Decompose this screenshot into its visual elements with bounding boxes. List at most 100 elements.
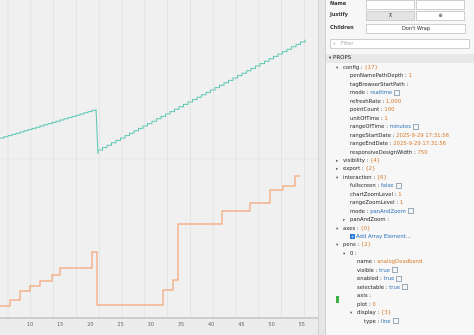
- search-input[interactable]: ⌕ Filter: [330, 39, 470, 49]
- chevron-down-icon[interactable]: ▾: [336, 242, 343, 250]
- tree-row[interactable]: plot : 0: [350, 301, 376, 309]
- prop-value[interactable]: {0}: [360, 226, 370, 232]
- prop-value[interactable]: 2025-9-29 17:31:56: [393, 141, 446, 147]
- edit-icon[interactable]: [407, 208, 414, 215]
- prop-key: tagBrowserStartPath :: [350, 81, 409, 88]
- tree-row[interactable]: type : line: [357, 318, 399, 326]
- tree-row[interactable]: penNamePathDepth : 1: [343, 72, 412, 80]
- tree-row[interactable]: visible : true: [350, 267, 398, 275]
- tree-row[interactable]: ▸ visibility : {4}: [336, 157, 380, 165]
- prop-value[interactable]: panAndZoom: [370, 209, 406, 215]
- prop-value[interactable]: line: [381, 319, 391, 325]
- prop-value[interactable]: analogDeadband: [377, 259, 422, 265]
- prop-value[interactable]: Add Array Element...: [356, 234, 411, 240]
- prop-value[interactable]: {17}: [364, 65, 377, 71]
- prop-value[interactable]: 1: [384, 116, 387, 122]
- prop-value[interactable]: 1,000: [386, 99, 401, 105]
- prop-value[interactable]: 2025-9-29 17:31:56: [396, 133, 449, 139]
- x-tick-label: 15: [57, 322, 63, 328]
- tree-row[interactable]: enabled : true: [350, 275, 403, 283]
- tree-row[interactable]: selectable : true: [350, 284, 409, 292]
- props-label: PROPS: [333, 55, 352, 61]
- tree-row[interactable]: ▾ 0 :: [343, 250, 357, 258]
- edit-icon[interactable]: [392, 318, 399, 324]
- name-option-1[interactable]: [366, 0, 415, 10]
- tree-row[interactable]: ▾ config : {17}: [336, 64, 378, 72]
- x-tick-label: 25: [117, 322, 123, 328]
- prop-value[interactable]: {2}: [361, 242, 371, 248]
- tree-row[interactable]: + Add Array Element...: [343, 233, 411, 241]
- x-tick-label: 10: [27, 322, 33, 328]
- justify-center-button[interactable]: ⊼: [366, 11, 415, 21]
- chart-area[interactable]: 10 15 20 25 30 35 40 45 50 55: [0, 0, 318, 335]
- prop-value[interactable]: true: [389, 285, 400, 291]
- justify-space-button[interactable]: ⊕: [416, 11, 465, 21]
- tree-row[interactable]: ▸ panAndZoom :: [343, 216, 389, 224]
- children-label: Children: [330, 25, 354, 31]
- prop-value[interactable]: 750: [418, 150, 428, 156]
- tree-row[interactable]: tagBrowserStartPath :: [343, 81, 408, 89]
- edit-icon[interactable]: [413, 123, 420, 130]
- tree-row[interactable]: ▾ interaction : {6}: [336, 174, 387, 182]
- chevron-down-icon[interactable]: ▾: [343, 251, 350, 259]
- prop-value[interactable]: false: [381, 183, 394, 189]
- tree-row[interactable]: name : analogDeadband: [350, 258, 422, 266]
- tree-row[interactable]: ▾ display : {3}: [350, 309, 391, 317]
- edit-icon[interactable]: [394, 89, 401, 96]
- name-option-2[interactable]: [416, 0, 465, 10]
- vertical-scrollbar[interactable]: [318, 0, 325, 335]
- prop-value[interactable]: realtime: [370, 90, 392, 96]
- edit-icon[interactable]: [395, 182, 402, 189]
- prop-value[interactable]: {6}: [377, 175, 387, 181]
- edit-icon[interactable]: [391, 267, 398, 274]
- x-tick-label: 20: [87, 322, 93, 328]
- tree-row[interactable]: rangeStartDate : 2025-9-29 17:31:56: [343, 132, 449, 140]
- chevron-down-icon[interactable]: ▾: [336, 175, 343, 183]
- prop-key: visibility :: [343, 157, 370, 164]
- chevron-down-icon[interactable]: ▾: [350, 310, 357, 318]
- prop-value[interactable]: minutes: [390, 124, 411, 130]
- tree-row[interactable]: rangeZoomLevel : 1: [343, 199, 403, 207]
- tree-row[interactable]: fullscreen : false: [343, 182, 402, 190]
- prop-value[interactable]: 1: [398, 192, 401, 198]
- x-tick-label: 40: [208, 322, 214, 328]
- prop-key: axes :: [343, 225, 361, 232]
- chevron-down-icon[interactable]: ▾: [336, 226, 343, 234]
- tree-row[interactable]: chartZoomLevel : 1: [343, 191, 402, 199]
- prop-value[interactable]: {3}: [381, 310, 391, 316]
- props-section-header[interactable]: ▾ PROPS: [326, 54, 474, 63]
- x-tick-label: 55: [299, 322, 305, 328]
- prop-value[interactable]: true: [383, 276, 394, 282]
- tree-row[interactable]: axis :: [350, 292, 371, 300]
- edit-icon[interactable]: [396, 275, 403, 282]
- prop-key: config :: [343, 65, 365, 71]
- children-wrap-select[interactable]: Don't Wrap: [366, 24, 466, 34]
- tree-row[interactable]: responsiveDesignWidth : 750: [343, 149, 428, 157]
- prop-value[interactable]: {4}: [370, 158, 380, 164]
- tree-row[interactable]: rangeOfTime : minutes: [343, 123, 420, 131]
- children-row: Children Don't Wrap: [326, 24, 474, 35]
- tree-row[interactable]: ▾ axes : {0}: [336, 225, 371, 233]
- prop-value[interactable]: {2}: [365, 166, 375, 172]
- edit-icon[interactable]: [402, 284, 409, 291]
- prop-key: rangeOfTime :: [350, 124, 390, 131]
- prop-value[interactable]: 1: [400, 200, 403, 206]
- tree-row[interactable]: refreshRate : 1,000: [343, 98, 401, 106]
- prop-value[interactable]: 100: [384, 107, 394, 113]
- tree-row[interactable]: pointCount : 100: [343, 106, 395, 114]
- tree-row[interactable]: mode : realtime: [343, 89, 401, 97]
- x-axis-ticks: 10 15 20 25 30 35 40 45 50 55: [27, 322, 305, 328]
- tree-row[interactable]: ▸ export : {2}: [336, 165, 375, 173]
- prop-key: responsiveDesignWidth :: [350, 149, 418, 156]
- chevron-down-icon[interactable]: ▾: [336, 65, 343, 73]
- trend-chart[interactable]: 10 15 20 25 30 35 40 45 50 55: [0, 0, 318, 335]
- justify-row: Justify ⊼ ⊕: [326, 11, 474, 22]
- prop-key: unitOfTime :: [350, 115, 385, 122]
- prop-value[interactable]: 0: [372, 302, 375, 308]
- tree-row[interactable]: mode : panAndZoom: [343, 208, 414, 216]
- prop-value[interactable]: true: [379, 268, 390, 274]
- tree-row[interactable]: unitOfTime : 1: [343, 115, 388, 123]
- prop-value[interactable]: 1: [409, 73, 412, 79]
- tree-row[interactable]: ▾ pens : {2}: [336, 241, 371, 249]
- tree-row[interactable]: rangeEndDate : 2025-9-29 17:31:56: [343, 140, 446, 148]
